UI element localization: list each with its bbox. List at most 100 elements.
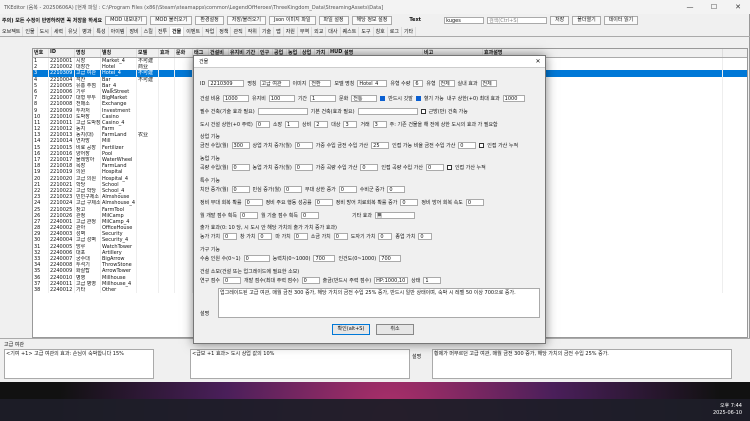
tab-26[interactable]: 로그: [388, 27, 402, 36]
mod-import-button[interactable]: MOD 불러오기: [150, 15, 193, 25]
req-field[interactable]: [257, 108, 308, 115]
morale-field[interactable]: 0: [284, 186, 302, 193]
save-load-button[interactable]: 저장/불러오기: [226, 15, 267, 25]
ok-button[interactable]: 확인(alt+S): [332, 324, 370, 335]
column-header[interactable]: 모델: [137, 49, 159, 57]
close-button[interactable]: ✕: [726, 3, 750, 11]
open-folder-button[interactable]: 폴더열기: [572, 15, 601, 25]
tab-6[interactable]: 특성: [94, 27, 109, 36]
tab-19[interactable]: 자원: [284, 27, 298, 36]
period-field[interactable]: 1: [310, 95, 337, 102]
tab-9[interactable]: 스킬: [142, 27, 156, 36]
alias-field[interactable]: 전환: [309, 80, 332, 87]
tab-4[interactable]: 유닛: [66, 27, 81, 36]
tab-23[interactable]: 퀘스트: [341, 27, 360, 36]
gold-income-field[interactable]: 300: [231, 142, 250, 149]
tab-10[interactable]: 전투: [156, 27, 171, 36]
tab-15[interactable]: 관직: [231, 27, 246, 36]
gold-bonus-field[interactable]: 25: [371, 142, 390, 149]
desc-textarea[interactable]: 업그레이드된 고급 여관, 매월 금전 300 증가, 해당 가치의 금전 수입…: [218, 288, 540, 318]
tab-25[interactable]: 칭호: [374, 27, 388, 36]
nearby-checkbox[interactable]: [420, 109, 426, 114]
recover-field[interactable]: 0: [244, 199, 263, 206]
json-image-button[interactable]: Json 이미지 파일: [269, 15, 316, 25]
research-field[interactable]: 0: [223, 277, 241, 284]
success-field[interactable]: 0: [314, 199, 333, 206]
maximize-button[interactable]: ☐: [702, 3, 726, 11]
must-flag-checkbox[interactable]: [380, 96, 386, 101]
column-header[interactable]: 명칭: [75, 49, 101, 57]
standing-field[interactable]: 2: [314, 121, 329, 128]
food-accumulate-checkbox[interactable]: [446, 165, 452, 170]
durability-field[interactable]: 1000: [502, 95, 525, 102]
commerce-gain-field[interactable]: 0: [294, 142, 313, 149]
blood-checkbox[interactable]: [415, 96, 421, 101]
city-limit-field[interactable]: 0: [255, 121, 270, 128]
horse-value-field[interactable]: 0: [293, 233, 308, 240]
tab-7[interactable]: 아이템: [109, 27, 128, 36]
tab-24[interactable]: 도구: [359, 27, 374, 36]
tab-12[interactable]: 이벤트: [184, 27, 204, 36]
heal-speed-field[interactable]: 0: [465, 199, 484, 206]
ability-field[interactable]: 700: [313, 255, 336, 262]
column-header[interactable]: 문화: [175, 49, 193, 57]
farm-value-field[interactable]: 0: [223, 233, 237, 240]
garrison-field[interactable]: 0: [387, 186, 406, 193]
build-select[interactable]: 전체: [480, 80, 497, 87]
upkeep-field[interactable]: 100: [268, 95, 295, 102]
status-field[interactable]: 1: [423, 277, 442, 284]
owner-field[interactable]: 1: [285, 121, 300, 128]
tab-13[interactable]: 작업: [203, 27, 218, 36]
tab-22[interactable]: 대사: [326, 27, 341, 36]
level-field[interactable]: 6: [413, 80, 424, 87]
dialog-close-icon[interactable]: ✕: [531, 58, 545, 65]
gold-out-field[interactable]: HP:1000,10: [374, 277, 409, 284]
column-header[interactable]: 효과: [159, 49, 175, 57]
trade-field[interactable]: 3: [372, 121, 387, 128]
save-button[interactable]: 저장: [550, 15, 570, 25]
spear-value-field[interactable]: 0: [258, 233, 273, 240]
unit-cap-field[interactable]: 0: [338, 186, 357, 193]
security-field[interactable]: 0: [231, 186, 250, 193]
tab-1[interactable]: 인물: [23, 27, 38, 36]
tab-8[interactable]: 장비: [127, 27, 142, 36]
target-field[interactable]: 3: [343, 121, 358, 128]
build-cost-field[interactable]: 1000: [223, 95, 249, 102]
heal-field[interactable]: 0: [400, 199, 419, 206]
dev-points-field[interactable]: 0: [239, 212, 258, 219]
renown-field[interactable]: 700: [379, 255, 402, 262]
tab-0[interactable]: 오브젝트: [0, 27, 24, 36]
tab-11[interactable]: 건물: [170, 27, 185, 36]
cancel-button[interactable]: 취소: [376, 324, 414, 335]
settings-button[interactable]: 환경설정: [195, 15, 224, 25]
food-income-field[interactable]: 0: [231, 164, 250, 171]
mod-export-button[interactable]: MOD 내보내기: [105, 15, 148, 25]
base-field[interactable]: [357, 108, 418, 115]
tab-16[interactable]: 작위: [246, 27, 260, 36]
agri-gain-field[interactable]: 0: [294, 164, 313, 171]
culture-select[interactable]: 전통: [351, 95, 378, 102]
type-select[interactable]: 전체: [438, 80, 455, 87]
tab-14[interactable]: 정책: [217, 27, 232, 36]
tab-5[interactable]: 병과: [80, 27, 95, 36]
column-header[interactable]: ID: [49, 49, 75, 57]
tab-27[interactable]: 기타: [402, 27, 417, 36]
food-bonus-field[interactable]: 0: [360, 164, 379, 171]
other-effect-select[interactable]: 無: [374, 212, 415, 219]
gold-accumulate-checkbox[interactable]: [479, 143, 485, 148]
tab-18[interactable]: 맵: [274, 27, 284, 36]
model-field[interactable]: Hotel_4: [357, 80, 388, 87]
tab-2[interactable]: 도시: [38, 27, 52, 36]
tab-17[interactable]: 기술: [260, 27, 275, 36]
info-settings-button[interactable]: 해당 정보 설정: [351, 15, 393, 25]
adjacent-gold-field[interactable]: 0: [458, 142, 477, 149]
id-field[interactable]: 2210309: [208, 80, 245, 87]
dev-cost-field[interactable]: 0: [301, 277, 320, 284]
tab-3[interactable]: 세력: [52, 27, 67, 36]
bottom-left-note[interactable]: <기여 +1> 고급 여관의 효과: 손님이 숙박합니다 15%: [4, 349, 154, 379]
ceramic-value-field[interactable]: 0: [378, 233, 393, 240]
transport-field[interactable]: 0: [243, 255, 270, 262]
tech-points-field[interactable]: 0: [300, 212, 319, 219]
search-input[interactable]: 검색(Ctrl+S): [487, 16, 548, 24]
adjacent-food-field[interactable]: 0: [425, 164, 444, 171]
